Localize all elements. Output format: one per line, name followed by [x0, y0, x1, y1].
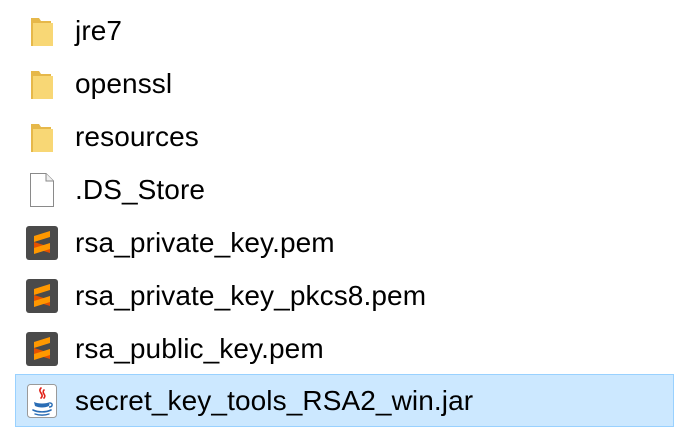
folder-icon: [25, 64, 59, 104]
file-name: jre7: [75, 14, 123, 46]
file-row-ds-store[interactable]: .DS_Store: [15, 163, 674, 216]
file-name: rsa_private_key.pem: [75, 226, 335, 258]
sublime-text-icon: [25, 276, 59, 316]
blank-file-icon: [25, 170, 59, 210]
file-name: rsa_public_key.pem: [75, 332, 324, 364]
file-row-rsa-private-key-pkcs8[interactable]: rsa_private_key_pkcs8.pem: [15, 269, 674, 322]
file-list: jre7 openssl resources .DS_Store rsa_pri…: [0, 0, 674, 427]
file-name: openssl: [75, 67, 173, 99]
folder-icon: [25, 117, 59, 157]
file-row-resources[interactable]: resources: [15, 110, 674, 163]
file-name: resources: [75, 120, 199, 152]
folder-icon: [25, 11, 59, 51]
file-name: rsa_private_key_pkcs8.pem: [75, 279, 427, 311]
file-row-jre7[interactable]: jre7: [15, 4, 674, 57]
file-row-secret-key-tools-jar[interactable]: secret_key_tools_RSA2_win.jar: [15, 374, 674, 427]
java-jar-icon: [25, 381, 59, 421]
file-name: .DS_Store: [75, 173, 206, 205]
sublime-text-icon: [25, 329, 59, 369]
file-name: secret_key_tools_RSA2_win.jar: [75, 384, 474, 416]
file-row-openssl[interactable]: openssl: [15, 57, 674, 110]
sublime-text-icon: [25, 223, 59, 263]
file-row-rsa-private-key[interactable]: rsa_private_key.pem: [15, 216, 674, 269]
file-row-rsa-public-key[interactable]: rsa_public_key.pem: [15, 322, 674, 375]
